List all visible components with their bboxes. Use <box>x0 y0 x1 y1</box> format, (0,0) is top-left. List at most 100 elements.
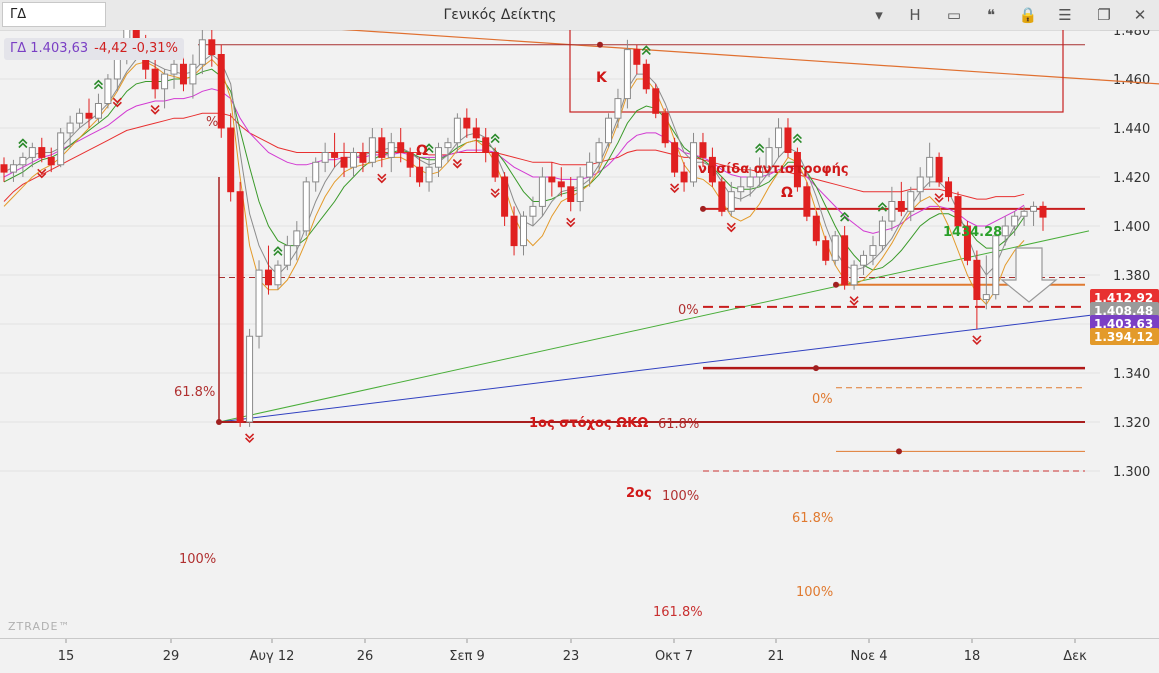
candle-body <box>803 186 811 217</box>
candle-body <box>633 49 641 65</box>
candle-body <box>822 240 830 261</box>
y-tick-label: 1.340 <box>1113 367 1150 382</box>
candle-body <box>28 147 36 158</box>
candle-body <box>359 152 367 163</box>
candle-body <box>784 127 792 153</box>
lock-icon[interactable]: 🔒 <box>1014 0 1042 30</box>
price-chart: 1.3001.3201.3401.3601.3801.4001.4201.440… <box>0 9 1159 620</box>
x-tick-label: 21 <box>768 649 785 664</box>
quote-icon[interactable]: ❝ <box>977 0 1005 30</box>
candle-body <box>38 147 46 158</box>
candle-body <box>368 137 376 163</box>
x-tick-label: 29 <box>163 649 180 664</box>
fib-100-left-label: 100% <box>179 552 216 567</box>
y-tick-label: 1.440 <box>1113 122 1150 137</box>
candle-body <box>491 152 499 178</box>
candle-body <box>831 235 839 261</box>
panel-icon[interactable]: ▭ <box>940 0 968 30</box>
candle-body <box>416 166 424 183</box>
candle-body <box>444 142 452 149</box>
candle-body <box>378 137 386 158</box>
candle-body <box>472 127 480 139</box>
candle-body <box>907 191 915 212</box>
symbol-input[interactable]: ΓΔ <box>2 2 106 27</box>
close-icon[interactable]: ✕ <box>1126 0 1154 30</box>
candle-body <box>66 122 74 134</box>
candle-body <box>945 181 953 198</box>
candle-body <box>850 264 858 286</box>
x-tick-label: Σεπ 9 <box>449 649 484 664</box>
window-titlebar: ΓΔ Γενικός Δείκτης ▾ H ▭ ❝ 🔒 ☰ ❐ ✕ <box>0 0 1159 31</box>
candle-body <box>434 147 442 168</box>
x-tick-label: 15 <box>58 649 75 664</box>
sell-signal-icon <box>849 296 859 306</box>
candle-body <box>926 156 934 178</box>
h-button[interactable]: H <box>901 0 929 30</box>
candle-body <box>179 63 187 85</box>
pivot-dot <box>597 41 603 48</box>
price-label: 1.394,12 <box>1090 328 1159 345</box>
candle-body <box>860 254 868 266</box>
menu-icon[interactable]: ☰ <box>1051 0 1079 30</box>
candle-body <box>538 176 546 207</box>
annotation-peak-value: 1434.28 <box>943 225 1002 240</box>
candle-body <box>47 156 55 166</box>
candle-body <box>973 259 981 301</box>
buy-signal-icon <box>18 138 28 149</box>
candle-body <box>520 215 527 247</box>
candle-body <box>198 39 206 65</box>
candle-body <box>605 117 613 144</box>
candle-body <box>9 164 17 173</box>
y-tick-label: 1.420 <box>1113 171 1150 186</box>
candle-body <box>274 264 282 286</box>
pivot-dot <box>700 205 706 212</box>
candle-body <box>878 220 886 247</box>
candle-body <box>718 181 726 212</box>
green-support-trendline <box>218 230 1090 423</box>
y-tick-label: 1.400 <box>1113 220 1150 235</box>
watermark: ZTRADE™ <box>8 620 71 633</box>
dropdown-button[interactable]: ▾ <box>866 0 892 30</box>
candle-body <box>557 181 565 188</box>
fib-0-mid-label: 0% <box>678 303 699 318</box>
fib-618-orange-label: 61.8% <box>792 511 833 526</box>
candle-body <box>397 142 405 153</box>
buy-signal-icon <box>877 202 887 212</box>
candle-body <box>680 171 688 183</box>
candle-body <box>775 127 783 149</box>
candle-body <box>510 215 518 247</box>
buy-signal-icon <box>792 133 802 144</box>
annotation-omega-left: Ω <box>416 143 428 159</box>
quote-change: -4,42 -0,31% <box>94 41 178 56</box>
annotation-omega-right: Ω <box>781 185 793 201</box>
fib-618-left-label: 61.8% <box>174 385 215 400</box>
chart-area[interactable]: 1.3001.3201.3401.3601.3801.4001.4201.440… <box>0 9 1159 638</box>
x-tick-label: Νοε 4 <box>850 649 887 664</box>
y-tick-label: 1.320 <box>1113 416 1150 431</box>
candle-body <box>812 215 820 242</box>
pivot-dot <box>896 448 902 455</box>
candle-body <box>1039 205 1047 218</box>
price-label-text: 1.394,12 <box>1094 330 1153 344</box>
candle-body <box>1020 210 1028 217</box>
annotation-target-2: 2ος <box>626 486 652 501</box>
candle-body <box>312 161 320 183</box>
fib-0-top-label: % <box>206 115 218 130</box>
fib-100-mid-label: 100% <box>662 489 699 504</box>
candle-body <box>746 176 754 188</box>
candle-body <box>548 176 556 183</box>
candle-body <box>255 269 263 337</box>
fib-1618-orange-label: 161.8% <box>653 605 703 620</box>
restore-icon[interactable]: ❐ <box>1090 0 1118 30</box>
buy-signal-icon <box>490 133 500 144</box>
candle-body <box>113 58 121 80</box>
candle-body <box>349 152 357 168</box>
candle-body <box>76 112 84 124</box>
x-tick-label: 26 <box>357 649 374 664</box>
pivot-dot <box>813 365 819 372</box>
quote-name: ΓΔ 1.403,63 <box>10 41 89 56</box>
buy-signal-icon <box>840 211 850 222</box>
quote-badge: ΓΔ 1.403,63 -4,42 -0,31% <box>4 38 184 60</box>
y-tick-label: 1.460 <box>1113 73 1150 88</box>
candle-body <box>916 176 924 193</box>
